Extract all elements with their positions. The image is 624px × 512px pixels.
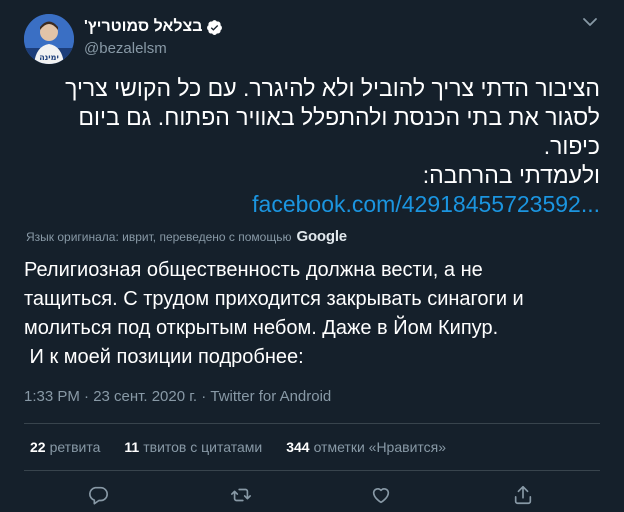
likes-count: 344 <box>286 439 310 455</box>
google-logo[interactable]: Google <box>296 228 347 245</box>
verified-badge-icon <box>206 19 223 36</box>
avatar-logo-text: ימינה <box>39 53 59 62</box>
original-text-line: לסגור את בתי הכנסת ולהתפלל באוויר הפתוח.… <box>78 104 600 130</box>
tweet-stats: 22 ретвита 11 твитов с цитатами 344 отметки… <box>30 437 446 457</box>
tweet-timestamp[interactable]: 1:33 PM · 23 сент. 2020 г. · Twitter for… <box>24 387 331 407</box>
author-handle[interactable]: @bezalelsm <box>84 39 223 59</box>
tweet-detail: ימינה בצלאל סמוטריץ' @bezalelsm הציבור ה… <box>0 0 624 512</box>
avatar[interactable]: ימינה <box>24 14 74 64</box>
quotes-count: 11 <box>124 439 140 455</box>
original-text-line: ולעמדתי בהרחבה: <box>422 162 600 188</box>
translation-attribution: Язык оригинала: иврит, переведено с помо… <box>26 228 347 245</box>
divider <box>24 470 600 471</box>
author-display-name[interactable]: בצלאל סמוטריץ' <box>84 17 202 37</box>
translation-attribution-text: Язык оригинала: иврит, переведено с помо… <box>26 229 292 244</box>
retweets-count: 22 <box>30 439 46 455</box>
chevron-down-icon[interactable] <box>580 12 600 32</box>
tweet-original-text: הציבור הדתי צריך להוביל ולא להיגרר. עם כ… <box>24 74 600 219</box>
likes-stat[interactable]: 344 отметки «Нравится» <box>286 437 446 457</box>
heart-icon[interactable] <box>370 484 392 506</box>
author-block[interactable]: בצלאל סמוטריץ' @bezalelsm <box>84 16 223 59</box>
retweets-stat[interactable]: 22 ретвита <box>30 437 100 457</box>
share-icon[interactable] <box>512 484 534 506</box>
quotes-stat[interactable]: 11 твитов с цитатами <box>124 437 262 457</box>
translated-text-line: тащиться. С трудом приходится закрывать … <box>24 288 524 310</box>
tweet-translated-text: Религиозная общественность должна вести,… <box>24 256 604 372</box>
translated-text-line: молиться под открытым небом. Даже в Йом … <box>24 317 499 339</box>
reply-icon[interactable] <box>87 484 109 506</box>
translated-text-line: И к моей позиции подробнее: <box>24 346 304 368</box>
tweet-link[interactable]: facebook.com/42918455723592... <box>24 190 600 219</box>
likes-label: отметки «Нравится» <box>313 439 447 455</box>
original-text-line: הציבור הדתי צריך להוביל ולא להיגרר. עם כ… <box>65 75 600 101</box>
quotes-label: твитов с цитатами <box>143 439 263 455</box>
tweet-actions <box>0 484 624 510</box>
divider <box>24 423 600 424</box>
translated-text-line: Религиозная общественность должна вести,… <box>24 259 483 281</box>
original-text-line: כיפור. <box>543 133 600 159</box>
retweets-label: ретвита <box>49 439 101 455</box>
retweet-icon[interactable] <box>230 484 252 506</box>
tweet-header: ימינה בצלאל סמוטריץ' @bezalelsm <box>0 6 624 64</box>
